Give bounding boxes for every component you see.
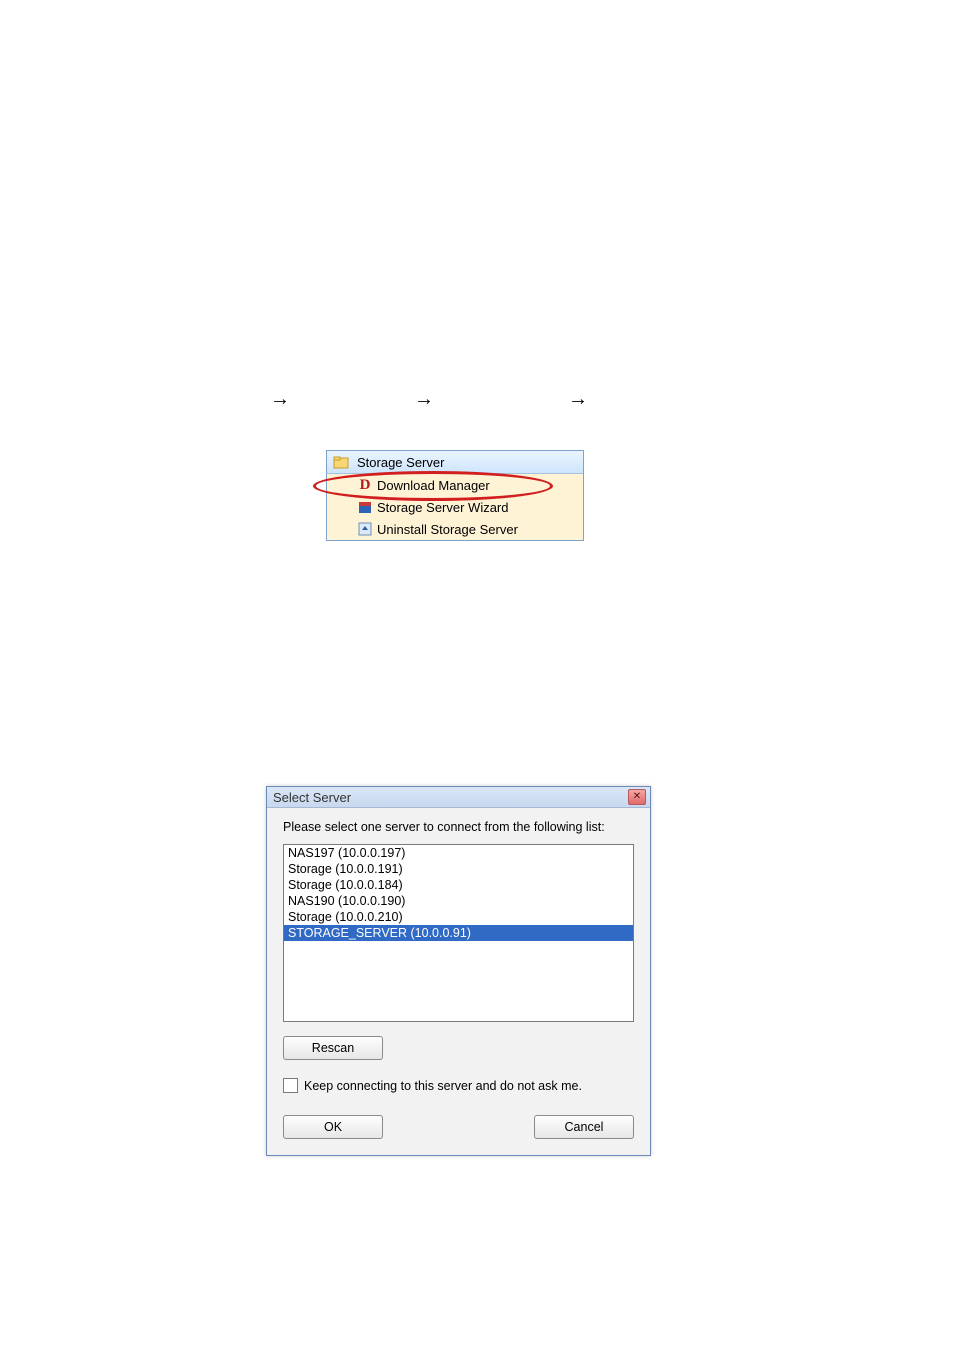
menu-item-label: Uninstall Storage Server (377, 522, 518, 537)
ok-button[interactable]: OK (283, 1115, 383, 1139)
arrow-icon: → (568, 388, 588, 411)
list-item[interactable]: Storage (10.0.0.210) (284, 909, 633, 925)
D-icon: D (357, 477, 373, 493)
rescan-button[interactable]: Rescan (283, 1036, 383, 1060)
keep-connecting-checkbox[interactable] (283, 1078, 298, 1093)
folder-icon (333, 454, 349, 470)
select-server-dialog: Select Server ✕ Please select one server… (266, 786, 651, 1156)
list-item[interactable]: Storage (10.0.0.184) (284, 877, 633, 893)
rescan-row: Rescan (283, 1036, 634, 1060)
list-item[interactable]: STORAGE_SERVER (10.0.0.91) (284, 925, 633, 941)
dialog-instruction: Please select one server to connect from… (283, 820, 634, 834)
wizard-icon (357, 499, 373, 515)
list-item[interactable]: NAS190 (10.0.0.190) (284, 893, 633, 909)
close-icon[interactable]: ✕ (628, 789, 646, 805)
menu-folder-label: Storage Server (357, 455, 444, 470)
menu-folder[interactable]: Storage Server (327, 451, 583, 474)
server-listbox[interactable]: NAS197 (10.0.0.197) Storage (10.0.0.191)… (283, 844, 634, 1022)
list-item[interactable]: Storage (10.0.0.191) (284, 861, 633, 877)
dialog-titlebar: Select Server ✕ (267, 787, 650, 808)
checkbox-label: Keep connecting to this server and do no… (304, 1079, 582, 1093)
dialog-body: Please select one server to connect from… (267, 808, 650, 1155)
menu-item-label: Storage Server Wizard (377, 500, 509, 515)
document-page: → → → Storage Server D Download Manager … (0, 0, 954, 1350)
arrow-icon: → (270, 388, 290, 411)
dialog-title: Select Server (273, 790, 351, 805)
arrow-icon: → (414, 388, 434, 411)
menu-item-download-manager[interactable]: D Download Manager (327, 474, 583, 496)
menu-item-label: Download Manager (377, 478, 490, 493)
dialog-button-row: OK Cancel (283, 1115, 634, 1139)
start-menu-figure: Storage Server D Download Manager Storag… (326, 450, 584, 541)
menu-item-wizard[interactable]: Storage Server Wizard (327, 496, 583, 518)
checkbox-row: Keep connecting to this server and do no… (283, 1078, 634, 1093)
menu-item-uninstall[interactable]: Uninstall Storage Server (327, 518, 583, 540)
uninstall-icon (357, 521, 373, 537)
list-item[interactable]: NAS197 (10.0.0.197) (284, 845, 633, 861)
cancel-button[interactable]: Cancel (534, 1115, 634, 1139)
